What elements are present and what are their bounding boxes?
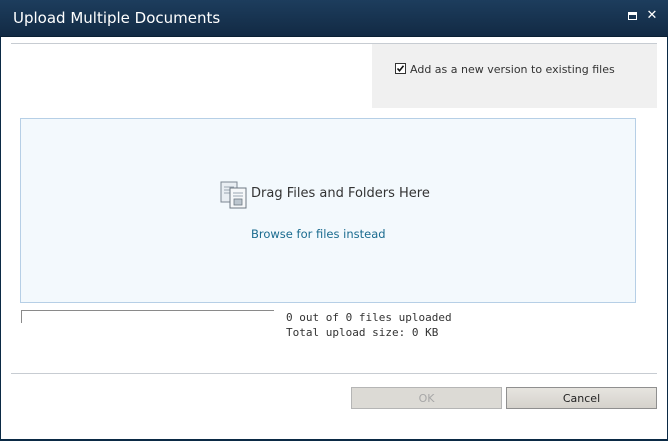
documents-icon [220,181,247,209]
drag-files-text: Drag Files and Folders Here [251,186,430,201]
add-as-new-version-label: Add as a new version to existing files [410,63,615,76]
add-as-new-version-checkbox[interactable] [395,63,406,74]
upload-progress-bar [21,310,274,323]
title-bar[interactable]: Upload Multiple Documents ✕ [0,0,668,37]
drop-zone[interactable]: Drag Files and Folders Here Browse for f… [20,118,636,303]
close-icon: ✕ [646,8,658,23]
files-uploaded-status: 0 out of 0 files uploaded [286,311,452,324]
cancel-button[interactable]: Cancel [506,387,657,409]
bottom-divider [11,373,657,374]
total-upload-size: Total upload size: 0 KB [286,326,439,339]
upload-options-panel: Add as a new version to existing files [372,44,657,108]
checkmark-icon [396,65,405,73]
close-button[interactable]: ✕ [645,9,659,23]
browse-files-link[interactable]: Browse for files instead [251,227,386,241]
maximize-button[interactable] [625,9,639,23]
ok-button[interactable]: OK [351,387,502,409]
dialog-title: Upload Multiple Documents [13,9,221,27]
maximize-icon [627,12,637,20]
